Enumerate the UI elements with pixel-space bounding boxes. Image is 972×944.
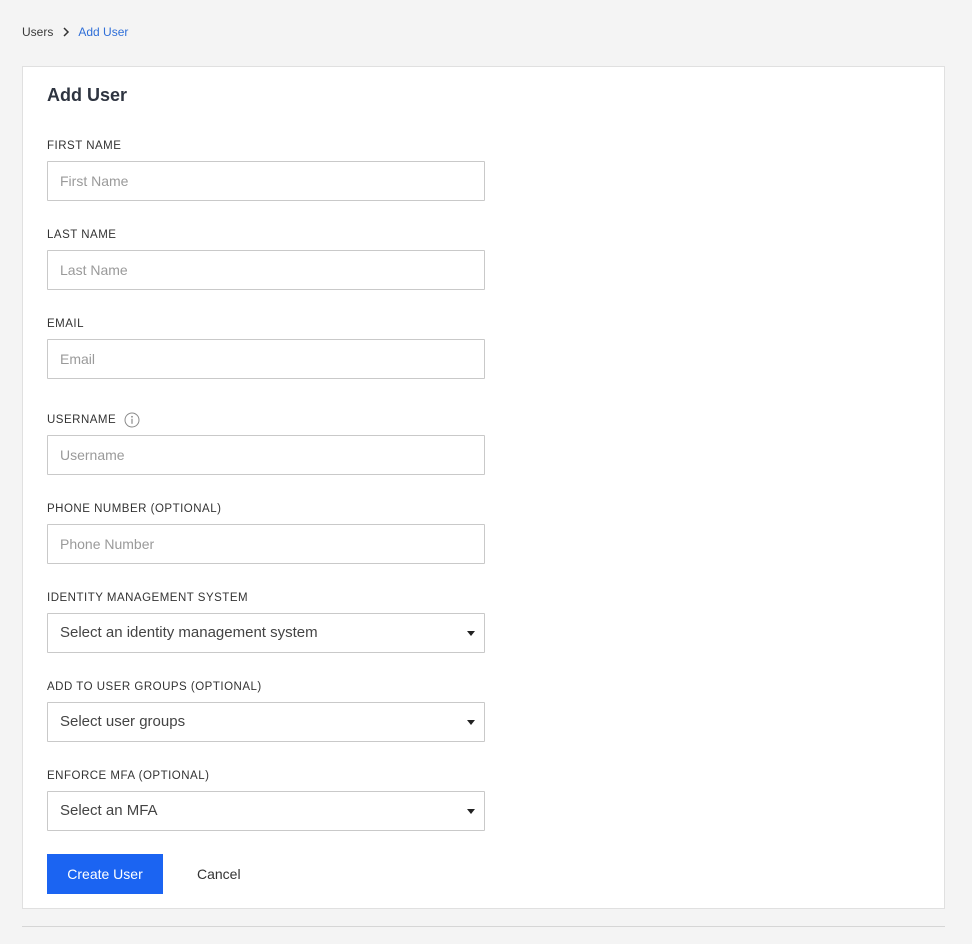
caret-down-icon [467,809,475,814]
add-user-card: Add User FIRST NAME LAST NAME EMAIL USER… [22,66,945,909]
bottom-divider [22,926,945,927]
username-group: USERNAME [47,412,485,475]
email-label: EMAIL [47,318,85,330]
first-name-input[interactable] [47,161,485,201]
identity-system-value: Select an identity management system [60,624,318,641]
phone-input[interactable] [47,524,485,564]
page-title: Add User [47,85,128,105]
identity-system-group: IDENTITY MANAGEMENT SYSTEM Select an ide… [47,591,485,653]
breadcrumb: Users Add User [22,24,128,40]
user-groups-value: Select user groups [60,713,186,730]
last-name-input[interactable] [47,250,485,290]
first-name-group: FIRST NAME [47,139,485,201]
last-name-group: LAST NAME [47,228,485,290]
chevron-right-icon [63,27,70,37]
phone-label: PHONE NUMBER (OPTIONAL) [47,503,222,515]
username-label-row: USERNAME [47,412,485,428]
email-group: EMAIL [47,317,485,379]
user-groups-select[interactable]: Select user groups [47,702,485,742]
breadcrumb-add-user[interactable]: Add User [78,25,128,39]
caret-down-icon [467,631,475,636]
mfa-group: ENFORCE MFA (OPTIONAL) Select an MFA [47,769,485,831]
email-input[interactable] [47,339,485,379]
mfa-select[interactable]: Select an MFA [47,791,485,831]
identity-system-select[interactable]: Select an identity management system [47,613,485,653]
breadcrumb-users-link[interactable]: Users [22,25,53,39]
username-input[interactable] [47,435,485,475]
caret-down-icon [467,720,475,725]
user-groups-label: ADD TO USER GROUPS (OPTIONAL) [47,681,262,693]
mfa-label: ENFORCE MFA (OPTIONAL) [47,770,210,782]
first-name-label: FIRST NAME [47,140,122,152]
user-groups-group: ADD TO USER GROUPS (OPTIONAL) Select use… [47,680,485,742]
last-name-label: LAST NAME [47,229,117,241]
create-user-button[interactable]: Create User [47,854,163,894]
info-icon[interactable] [124,412,140,428]
username-label: USERNAME [47,414,117,426]
cancel-button[interactable]: Cancel [183,854,255,894]
identity-system-label: IDENTITY MANAGEMENT SYSTEM [47,592,249,604]
mfa-value: Select an MFA [60,802,158,819]
phone-group: PHONE NUMBER (OPTIONAL) [47,502,485,564]
